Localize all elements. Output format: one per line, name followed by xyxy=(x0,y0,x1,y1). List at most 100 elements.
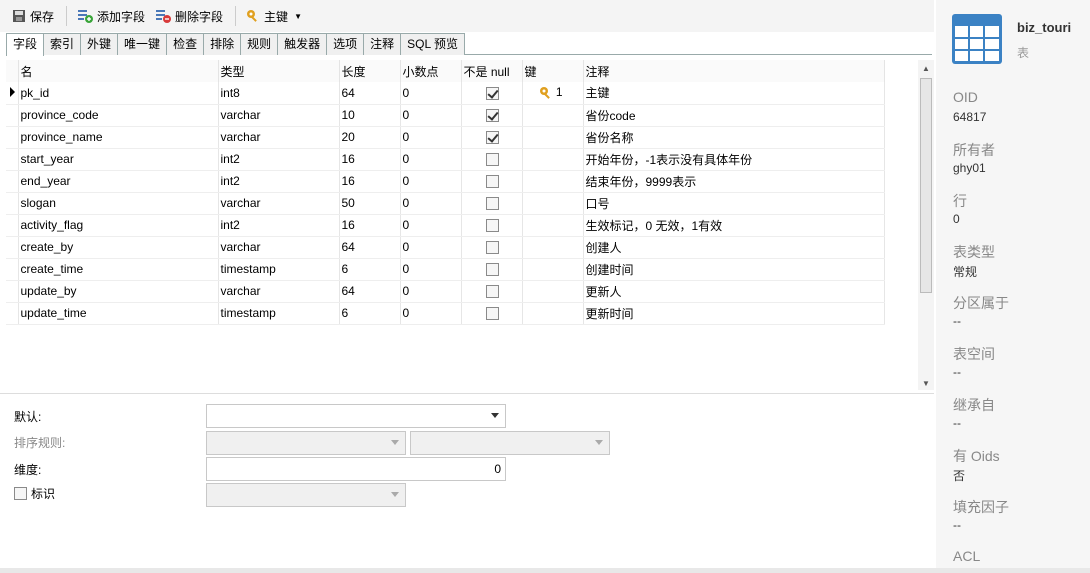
identity-select[interactable] xyxy=(206,483,406,507)
not-null-checkbox[interactable] xyxy=(486,109,499,123)
field-comment-cell[interactable]: 创建人 xyxy=(583,236,885,259)
tab-8[interactable]: 选项 xyxy=(326,33,365,55)
not-null-cell[interactable] xyxy=(461,236,523,259)
field-decimal-cell[interactable]: 0 xyxy=(400,104,462,127)
table-row[interactable]: update_by varchar 64 0 更新人 xyxy=(6,280,885,303)
field-type-cell[interactable]: varchar xyxy=(218,192,340,215)
not-null-checkbox[interactable] xyxy=(486,241,499,255)
field-type-cell[interactable]: int2 xyxy=(218,148,340,171)
key-cell[interactable] xyxy=(522,192,584,215)
field-comment-cell[interactable]: 省份code xyxy=(583,104,885,127)
field-name-cell[interactable]: update_time xyxy=(18,302,219,325)
field-length-cell[interactable]: 20 xyxy=(339,126,401,149)
field-type-cell[interactable]: int2 xyxy=(218,170,340,193)
field-type-cell[interactable]: varchar xyxy=(218,280,340,303)
key-cell[interactable] xyxy=(522,280,584,303)
key-cell[interactable]: 1 xyxy=(522,82,584,105)
save-button[interactable]: 保存 xyxy=(8,4,58,28)
field-length-cell[interactable]: 10 xyxy=(339,104,401,127)
field-name-cell[interactable]: create_time xyxy=(18,258,219,281)
tab-0[interactable]: 字段 xyxy=(6,33,45,56)
field-name-cell[interactable]: start_year xyxy=(18,148,219,171)
field-comment-cell[interactable]: 省份名称 xyxy=(583,126,885,149)
field-name-cell[interactable]: slogan xyxy=(18,192,219,215)
field-length-cell[interactable]: 16 xyxy=(339,214,401,237)
field-length-cell[interactable]: 64 xyxy=(339,82,401,105)
field-decimal-cell[interactable]: 0 xyxy=(400,302,462,325)
scroll-up-icon[interactable]: ▲ xyxy=(922,64,930,73)
field-decimal-cell[interactable]: 0 xyxy=(400,258,462,281)
tab-10[interactable]: SQL 预览 xyxy=(400,33,466,55)
field-decimal-cell[interactable]: 0 xyxy=(400,236,462,259)
field-comment-cell[interactable]: 生效标记，0 无效，1有效 xyxy=(583,214,885,237)
not-null-checkbox[interactable] xyxy=(486,175,499,189)
field-type-cell[interactable]: int8 xyxy=(218,82,340,105)
field-comment-cell[interactable]: 更新时间 xyxy=(583,302,885,325)
dimension-input[interactable]: 0 xyxy=(206,457,506,481)
field-comment-cell[interactable]: 主键 xyxy=(583,82,885,105)
identity-checkbox-row[interactable]: 标识 xyxy=(14,485,55,502)
field-name-cell[interactable]: end_year xyxy=(18,170,219,193)
table-row[interactable]: update_time timestamp 6 0 更新时间 xyxy=(6,302,885,325)
collation-schema-select[interactable] xyxy=(206,431,406,455)
not-null-checkbox[interactable] xyxy=(486,197,499,211)
tab-3[interactable]: 唯一键 xyxy=(117,33,168,55)
field-name-cell[interactable]: activity_flag xyxy=(18,214,219,237)
not-null-checkbox[interactable] xyxy=(486,131,499,145)
tab-5[interactable]: 排除 xyxy=(203,33,242,55)
tab-2[interactable]: 外键 xyxy=(80,33,119,55)
not-null-cell[interactable] xyxy=(461,302,523,325)
not-null-cell[interactable] xyxy=(461,104,523,127)
field-decimal-cell[interactable]: 0 xyxy=(400,82,462,105)
field-length-cell[interactable]: 6 xyxy=(339,258,401,281)
default-select[interactable] xyxy=(206,404,506,428)
table-row[interactable]: create_time timestamp 6 0 创建时间 xyxy=(6,258,885,281)
tab-1[interactable]: 索引 xyxy=(43,33,82,55)
field-type-cell[interactable]: int2 xyxy=(218,214,340,237)
tab-9[interactable]: 注释 xyxy=(363,33,402,55)
tab-6[interactable]: 规则 xyxy=(240,33,279,55)
column-header-key[interactable]: 键 xyxy=(522,60,584,82)
column-header-name[interactable]: 名 xyxy=(18,60,219,82)
field-comment-cell[interactable]: 更新人 xyxy=(583,280,885,303)
not-null-checkbox[interactable] xyxy=(486,285,499,299)
field-type-cell[interactable]: timestamp xyxy=(218,302,340,325)
table-row[interactable]: create_by varchar 64 0 创建人 xyxy=(6,236,885,259)
table-row[interactable]: activity_flag int2 16 0 生效标记，0 无效，1有效 xyxy=(6,214,885,237)
key-cell[interactable] xyxy=(522,126,584,149)
field-decimal-cell[interactable]: 0 xyxy=(400,214,462,237)
table-row[interactable]: start_year int2 16 0 开始年份，-1表示没有具体年份 xyxy=(6,148,885,171)
not-null-checkbox[interactable] xyxy=(486,86,499,100)
delete-field-button[interactable]: 删除字段 xyxy=(151,4,227,28)
key-cell[interactable] xyxy=(522,170,584,193)
not-null-checkbox[interactable] xyxy=(486,219,499,233)
not-null-cell[interactable] xyxy=(461,82,523,105)
field-decimal-cell[interactable]: 0 xyxy=(400,148,462,171)
identity-checkbox[interactable] xyxy=(14,487,27,500)
field-name-cell[interactable]: pk_id xyxy=(18,82,219,105)
column-header-type[interactable]: 类型 xyxy=(218,60,340,82)
column-header-not-null[interactable]: 不是 null xyxy=(461,60,523,82)
table-row[interactable]: pk_id int8 64 0 1 主键 xyxy=(6,82,885,105)
tab-4[interactable]: 检查 xyxy=(166,33,205,55)
field-comment-cell[interactable]: 创建时间 xyxy=(583,258,885,281)
field-name-cell[interactable]: province_code xyxy=(18,104,219,127)
key-cell[interactable] xyxy=(522,104,584,127)
field-decimal-cell[interactable]: 0 xyxy=(400,126,462,149)
not-null-cell[interactable] xyxy=(461,214,523,237)
field-length-cell[interactable]: 64 xyxy=(339,236,401,259)
vertical-scrollbar[interactable]: ▲ ▼ xyxy=(918,60,934,390)
not-null-cell[interactable] xyxy=(461,280,523,303)
not-null-cell[interactable] xyxy=(461,170,523,193)
table-row[interactable]: province_code varchar 10 0 省份code xyxy=(6,104,885,127)
not-null-cell[interactable] xyxy=(461,148,523,171)
key-cell[interactable] xyxy=(522,148,584,171)
key-cell[interactable] xyxy=(522,236,584,259)
field-name-cell[interactable]: update_by xyxy=(18,280,219,303)
field-length-cell[interactable]: 50 xyxy=(339,192,401,215)
field-type-cell[interactable]: varchar xyxy=(218,126,340,149)
key-cell[interactable] xyxy=(522,214,584,237)
not-null-checkbox[interactable] xyxy=(486,307,499,321)
panel-divider[interactable] xyxy=(0,393,934,394)
scroll-down-icon[interactable]: ▼ xyxy=(922,379,930,388)
